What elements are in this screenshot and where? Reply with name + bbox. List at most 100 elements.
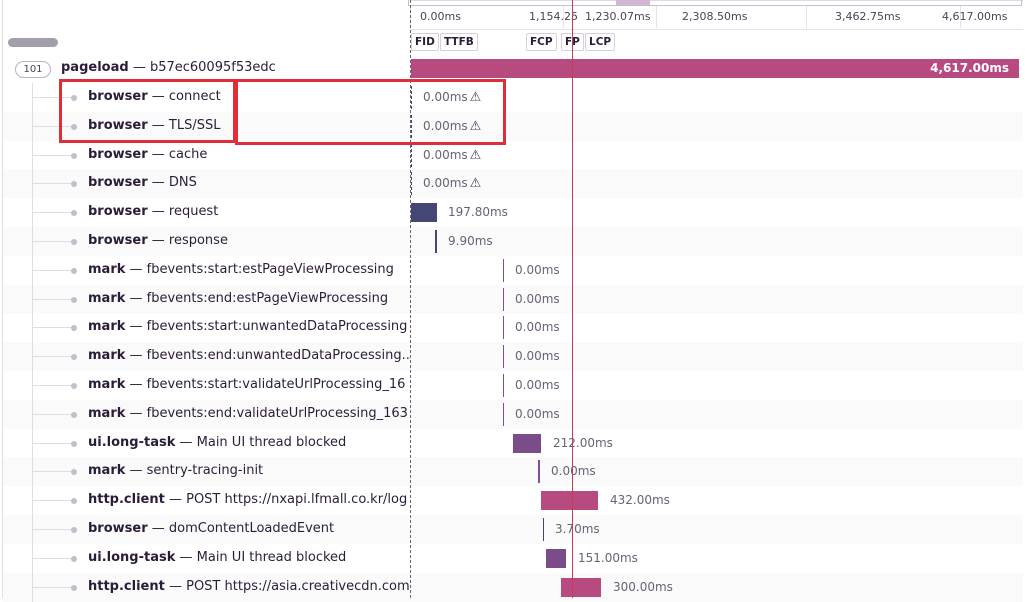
span-row[interactable]: browser — response 9.90ms (3, 227, 1023, 256)
span-duration-bar[interactable] (411, 203, 437, 223)
span-duration-bar[interactable] (503, 374, 504, 397)
span-row[interactable]: mark — fbevents:end:unwantedDataProcessi… (3, 342, 1023, 372)
span-duration-label: 212.00ms (553, 436, 613, 450)
trace-view: 0.00ms 1,154.25 1,230.07ms 2,308.50ms 3,462.… (0, 0, 1025, 602)
span-row[interactable]: ui.long-task — Main UI thread blocked 151… (3, 543, 1023, 573)
span-separator: — (125, 319, 147, 335)
span-row[interactable]: browser — request 197.80ms (3, 198, 1023, 228)
span-row[interactable]: browser — DNS 0.00ms ⚠ (3, 169, 1023, 199)
ruler-tick-label: 1,154.25 (529, 10, 578, 23)
span-label[interactable]: mark — fbevents:start:unwantedDataProces… (88, 319, 409, 334)
span-duration-value: 0.00ms (515, 378, 560, 392)
span-op: ui.long-task (88, 434, 176, 450)
span-label[interactable]: mark — fbevents:end:validateUrlProcessin… (88, 406, 409, 421)
span-row[interactable]: mark — sentry-tracing-init 0.00ms (3, 457, 1023, 487)
span-duration-bar[interactable] (411, 172, 413, 196)
span-row[interactable]: mark — fbevents:start:estPageViewProcess… (3, 255, 1023, 285)
span-op: pageload (61, 60, 129, 75)
span-duration-value: 432.00ms (610, 493, 670, 508)
span-row[interactable]: browser — cache 0.00ms ⚠ (3, 140, 1023, 170)
span-row[interactable]: ui.long-task — Main UI thread blocked 212… (3, 428, 1023, 458)
span-label[interactable]: mark — fbevents:start:validateUrlProcess… (88, 377, 409, 392)
span-label[interactable]: browser — response (88, 233, 409, 248)
span-duration-bar[interactable] (546, 548, 566, 568)
span-duration-bar[interactable] (541, 491, 598, 511)
span-node-dot (71, 440, 77, 447)
span-separator: — (147, 233, 169, 248)
span-op: browser (88, 175, 148, 191)
span-duration-bar[interactable] (503, 258, 504, 282)
span-separator: — (164, 492, 187, 508)
span-description: fbevents:start:unwantedDataProcessing (146, 319, 408, 335)
span-row[interactable]: http.client — POST https://nxapi.lfmall.… (3, 486, 1023, 516)
span-separator: — (125, 290, 147, 306)
span-separator: — (125, 261, 147, 277)
span-duration-value: 9.90ms (448, 234, 493, 248)
span-row[interactable]: browser — domContentLoadedEvent 3.70ms (3, 515, 1023, 544)
span-op: mark (88, 463, 126, 479)
warning-icon[interactable]: ⚠ (470, 148, 482, 163)
span-label[interactable]: mark — sentry-tracing-init (88, 463, 409, 478)
span-duration-bar[interactable] (561, 577, 601, 597)
warning-icon[interactable]: ⚠ (470, 176, 482, 191)
span-label[interactable]: browser — DNS (88, 175, 409, 190)
span-label[interactable]: ui.long-task — Main UI thread blocked (88, 435, 409, 450)
vital-marker-ttfb[interactable]: TTFB (440, 33, 478, 51)
span-description: cache (168, 146, 208, 162)
children-count-badge[interactable]: 101 (15, 61, 51, 78)
span-duration-bar[interactable] (538, 460, 540, 484)
span-label[interactable]: browser — domContentLoadedEvent (88, 521, 409, 536)
tree-branch (32, 529, 73, 530)
vital-marker-lcp[interactable]: LCP (585, 33, 616, 51)
span-duration-bar[interactable] (411, 143, 413, 167)
span-duration-bar[interactable] (503, 345, 504, 369)
minimap-selection-window[interactable] (408, 0, 1022, 6)
root-span-duration: 4,617.00ms (930, 61, 1009, 75)
span-node-dot (71, 584, 77, 591)
span-row[interactable]: mark — fbevents:start:unwantedDataProces… (3, 313, 1023, 343)
span-row[interactable]: mark — fbevents:end:estPageViewProcessin… (3, 284, 1023, 314)
root-span-bar[interactable] (411, 59, 1019, 78)
span-label[interactable]: mark — fbevents:start:estPageViewProcess… (88, 262, 409, 277)
span-duration-value: 0.00ms (515, 320, 560, 335)
span-separator: — (132, 60, 146, 75)
span-label[interactable]: http.client — POST https://nxapi.lfmall.… (88, 492, 409, 507)
span-duration-label: 0.00ms ⚠ (423, 148, 481, 163)
span-label[interactable]: ui.long-task — Main UI thread blocked (88, 550, 409, 565)
span-label[interactable]: browser — cache (88, 147, 409, 162)
span-duration-bar[interactable] (503, 316, 504, 340)
span-duration-bar[interactable] (543, 518, 544, 541)
span-duration-bar[interactable] (513, 433, 541, 453)
span-duration-value: 3.70ms (555, 522, 600, 536)
span-description: DNS (168, 175, 197, 191)
span-duration-label: 0.00ms (551, 464, 596, 478)
tree-branch (32, 413, 73, 415)
vital-marker-fcp[interactable]: FCP (526, 33, 557, 51)
span-op: mark (88, 290, 126, 306)
span-row[interactable]: mark — fbevents:start:validateUrlProcess… (3, 371, 1023, 400)
span-op: mark (88, 405, 126, 421)
span-node-dot (71, 210, 77, 217)
vital-marker-fid[interactable]: FID (411, 33, 439, 51)
span-row[interactable]: http.client — POST https://asia.creative… (3, 572, 1023, 602)
span-description: Main UI thread blocked (196, 549, 347, 565)
span-duration-bar[interactable] (503, 287, 504, 311)
span-duration-bar[interactable] (503, 402, 504, 426)
span-description: Main UI thread blocked (196, 434, 347, 450)
span-op: browser (88, 233, 148, 248)
span-op: http.client (88, 492, 165, 508)
span-label[interactable]: mark — fbevents:end:unwantedDataProcessi… (88, 348, 409, 363)
span-duration-bar[interactable] (435, 230, 437, 253)
span-label[interactable]: browser — request (88, 204, 409, 219)
span-duration-label: 0.00ms ⚠ (423, 176, 481, 191)
column-resize-handle[interactable] (8, 38, 58, 47)
span-description: domContentLoadedEvent (168, 521, 335, 536)
span-row[interactable]: mark — fbevents:end:validateUrlProcessin… (3, 399, 1023, 429)
span-node-dot (71, 239, 77, 245)
span-op: browser (88, 204, 148, 220)
span-label[interactable]: mark — fbevents:end:estPageViewProcessin… (88, 291, 409, 306)
tree-branch (32, 154, 73, 156)
root-span-label[interactable]: pageload — b57ec60095f53edc (61, 60, 276, 75)
span-label[interactable]: http.client — POST https://asia.creative… (88, 579, 409, 594)
tree-branch (32, 500, 73, 502)
